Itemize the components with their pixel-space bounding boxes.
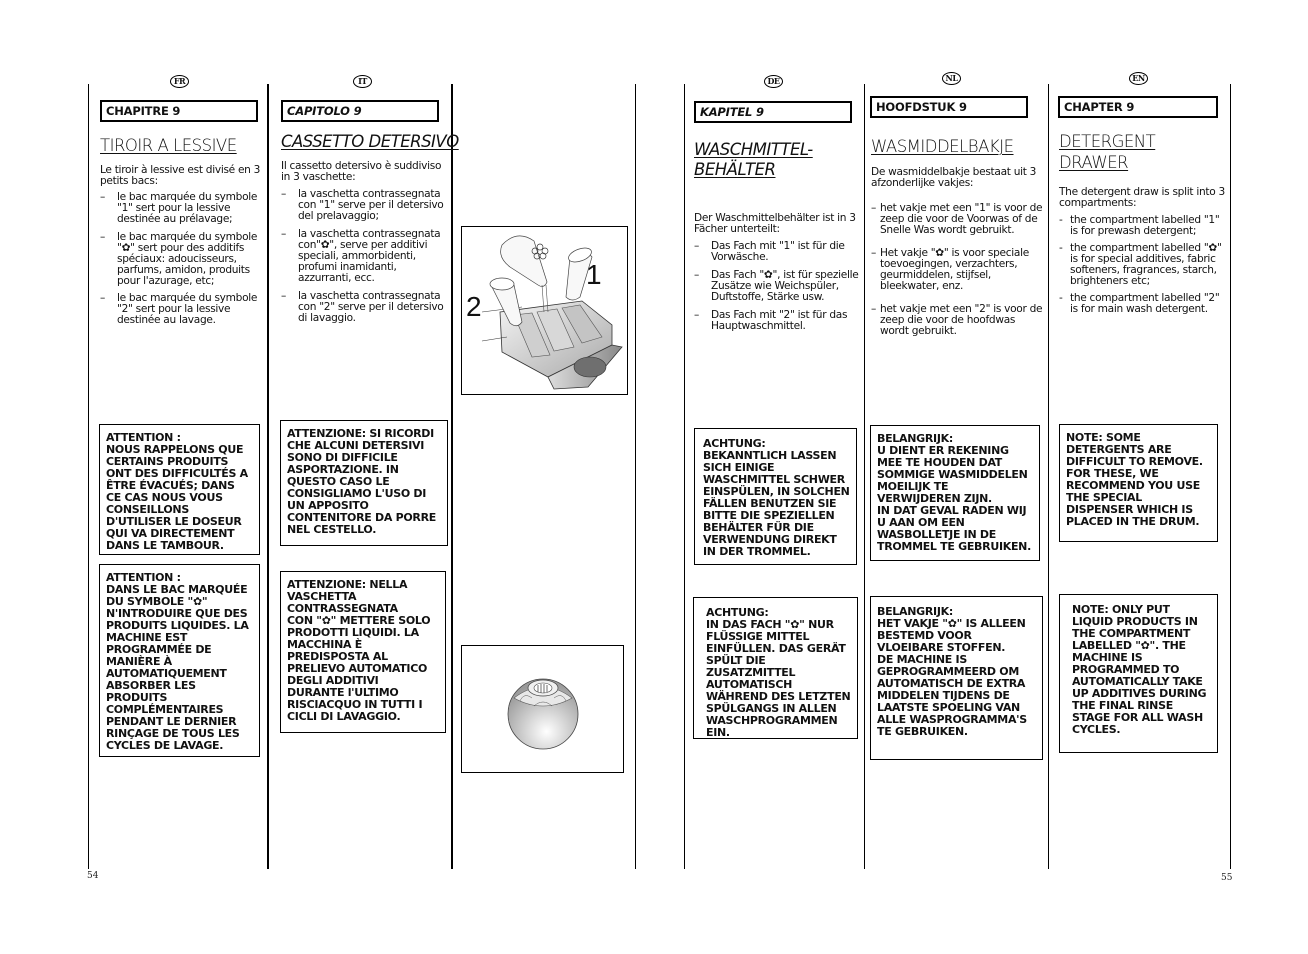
figure-detergent-drawer: 1 2	[461, 226, 628, 395]
column-divider	[451, 84, 453, 869]
compartment-list: – het vakje met een "1" is voor de zeep d…	[871, 203, 1043, 349]
language-badge-en: EN	[1129, 72, 1148, 85]
list-item: – het vakje met een "2" is voor de zeep d…	[871, 303, 1043, 337]
list-item: - the compartment labelled "2" is for mai…	[1059, 292, 1220, 315]
list-item: – Das Fach mit "2" ist für das Hauptwasch…	[694, 309, 848, 332]
column-divider	[684, 84, 685, 869]
page-right-edge-line	[1230, 84, 1231, 869]
warning-box: ATTENZIONE: SI RICORDI CHE ALCUNI DETERS…	[280, 420, 448, 546]
section-title: WASMIDDELBAKJE	[871, 137, 1014, 156]
warning-box: ATTENTION : NOUS RAPPELONS QUE CERTAINS …	[99, 424, 260, 555]
page-number-right: 55	[1221, 873, 1233, 883]
language-badge-de: DE	[764, 75, 783, 88]
section-title-line-1: DETERGENT	[1059, 132, 1156, 151]
detergent-drawer-illustration	[481, 235, 623, 390]
list-item: – Das Fach mit "1" ist für die Vorwäsche.	[694, 240, 845, 263]
list-item: – la vaschetta contrassegnata con "2" ser…	[281, 290, 444, 324]
column-divider	[267, 84, 269, 869]
intro-text: Il cassetto detersivo è suddiviso in 3 v…	[281, 160, 442, 183]
section-title-line-1: WASCHMITTEL-	[694, 140, 813, 159]
dosing-ball-icon	[507, 678, 579, 750]
section-title: CASSETTO DETERSIVO	[281, 132, 459, 151]
chapter-heading: HOOFDSTUK 9	[870, 96, 1028, 118]
chapter-heading: CAPITOLO 9	[281, 100, 439, 122]
compartment-list: – Das Fach mit "1" ist für die Vorwäsche.…	[694, 241, 862, 339]
language-badge-fr: FR	[170, 75, 189, 88]
warning-box: ATTENTION : DANS LE BAC MARQUÉE DU SYMBO…	[99, 564, 260, 757]
warning-box: BELANGRIJK: HET VAKJE "✿" IS ALLEEN BEST…	[870, 596, 1043, 760]
warning-box: ACHTUNG: IN DAS FACH "✿" NUR FLÜSSIGE MI…	[693, 597, 858, 739]
warning-box: NOTE: ONLY PUT LIQUID PRODUCTS IN THE CO…	[1059, 594, 1218, 753]
chapter-heading: CHAPTER 9	[1058, 96, 1218, 118]
compartment-list: – la vaschetta contrassegnata con "1" ser…	[281, 189, 446, 331]
column-divider	[1048, 84, 1049, 869]
list-item: – het vakje met een "1" is voor de zeep d…	[871, 202, 1043, 236]
warning-box: ATTENZIONE: NELLA VASCHETTA CONTRASSEGNA…	[280, 571, 446, 733]
section-title-line-2: DRAWER	[1059, 153, 1129, 172]
section-title-line-2: BEHÄLTER	[694, 160, 776, 179]
list-item: – la vaschetta contrassegnata con "1" ser…	[281, 188, 444, 222]
list-item: – la vaschetta contrassegnata con"✿", ser…	[281, 228, 441, 284]
list-item: – le bac marquée du symbole "✿" sert pour…	[100, 231, 258, 287]
list-item: – Het vakje "✿" is voor speciale toevoegi…	[871, 247, 1029, 292]
list-item: - the compartment labelled "✿" is for spe…	[1059, 242, 1222, 287]
language-badge-nl: NL	[942, 72, 961, 85]
compartment-list: - the compartment labelled "1" is for pre…	[1059, 215, 1227, 321]
section-title: TIROIR A LESSIVE	[100, 136, 237, 155]
language-badge-it: IT	[353, 75, 372, 88]
drawer-label-1: 1	[586, 259, 602, 290]
list-item: – le bac marquée du symbole "1" sert pour…	[100, 191, 258, 225]
chapter-heading: KAPITEL 9	[694, 101, 852, 123]
intro-text: De wasmiddelbakje bestaat uit 3 afzonder…	[871, 166, 1037, 189]
chapter-heading: CHAPITRE 9	[100, 100, 258, 122]
column-divider	[635, 84, 636, 869]
intro-text: Der Waschmittelbehälter ist in 3 Fächer …	[694, 212, 856, 235]
warning-box: ACHTUNG: BEKANNTLICH LASSEN SICH EINIGE …	[694, 428, 857, 565]
compartment-list: – le bac marquée du symbole "1" sert pour…	[100, 192, 262, 333]
page-left-edge-line	[88, 84, 89, 869]
figure-dosing-ball	[461, 645, 624, 773]
warning-box: NOTE: SOME DETERGENTS ARE DIFFICULT TO R…	[1059, 424, 1218, 542]
page-number-left: 54	[87, 871, 99, 881]
intro-text: Le tiroir à lessive est divisé en 3 peti…	[100, 164, 261, 187]
drawer-label-2: 2	[466, 291, 482, 322]
list-item: – le bac marquée du symbole "2" sert pour…	[100, 292, 258, 326]
warning-box: BELANGRIJK: U DIENT ER REKENING MEE TE H…	[870, 425, 1040, 561]
list-item: – Das Fach "✿", ist für spezielle Zusätze…	[694, 269, 859, 303]
column-divider	[864, 84, 865, 869]
list-item: - the compartment labelled "1" is for pre…	[1059, 214, 1220, 237]
intro-text: The detergent draw is split into 3 compa…	[1059, 186, 1225, 209]
